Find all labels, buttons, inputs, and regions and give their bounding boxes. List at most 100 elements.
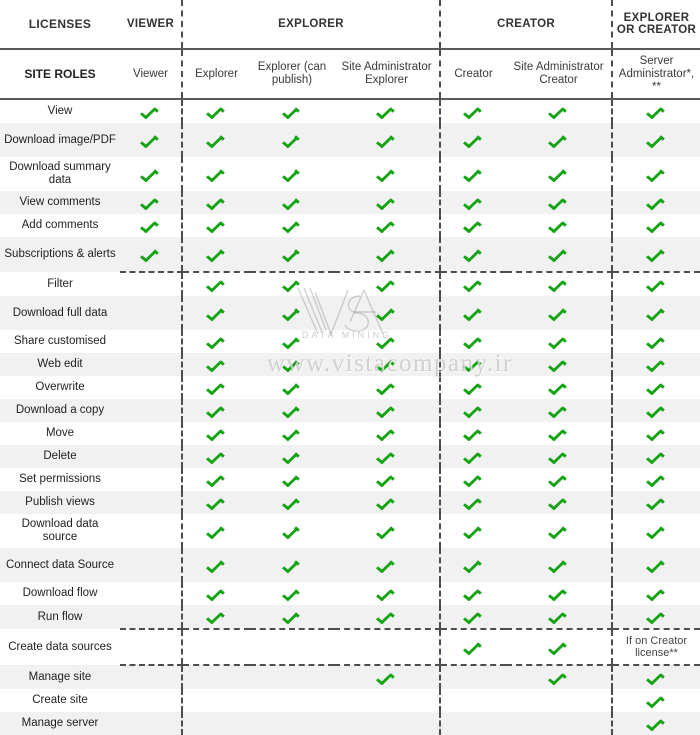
table-header: LICENSES VIEWER EXPLORER CREATOR EXPLORE… bbox=[0, 0, 700, 100]
row-label: Web edit bbox=[0, 353, 120, 376]
cell-check-site_admin_creator bbox=[506, 157, 612, 191]
license-group-creator: CREATOR bbox=[439, 0, 612, 49]
cell-check-site_admin_explorer bbox=[334, 214, 440, 237]
cell-empty-explorer_pub bbox=[250, 689, 334, 712]
check-icon bbox=[466, 495, 481, 509]
cell-check-site_admin_creator bbox=[506, 353, 612, 376]
check-icon bbox=[285, 558, 300, 572]
check-icon bbox=[649, 334, 664, 348]
cell-empty-viewer bbox=[120, 712, 182, 735]
cell-check-site_admin_creator bbox=[506, 123, 612, 157]
cell-empty-explorer bbox=[181, 629, 250, 666]
cell-check-site_admin_explorer bbox=[334, 330, 440, 353]
check-icon bbox=[649, 167, 664, 181]
cell-check-explorer_pub bbox=[250, 376, 334, 399]
check-icon bbox=[379, 426, 394, 440]
cell-check-site_admin_creator bbox=[506, 665, 612, 689]
check-icon bbox=[466, 609, 481, 623]
license-group-explorer: EXPLORER bbox=[181, 0, 440, 49]
check-icon bbox=[466, 640, 481, 654]
cell-check-creator bbox=[439, 582, 506, 605]
check-icon bbox=[209, 586, 224, 600]
column-header-site-administrator-creator: Site Administrator Creator bbox=[506, 48, 612, 100]
table-body: View Download image/PDF Download summary d… bbox=[0, 99, 700, 735]
check-icon bbox=[379, 495, 394, 509]
check-icon bbox=[466, 524, 481, 538]
table-row: Download data source bbox=[0, 514, 700, 548]
cell-check-explorer bbox=[181, 123, 250, 157]
cell-check-server_admin bbox=[611, 330, 700, 353]
check-icon bbox=[379, 449, 394, 463]
cell-check-explorer_pub bbox=[250, 582, 334, 605]
check-icon bbox=[209, 167, 224, 181]
table-row: Download full data bbox=[0, 296, 700, 330]
check-icon bbox=[209, 357, 224, 371]
cell-check-creator bbox=[439, 237, 506, 273]
table-row: Download image/PDF bbox=[0, 123, 700, 157]
check-icon bbox=[379, 277, 394, 291]
check-icon bbox=[379, 167, 394, 181]
check-icon bbox=[143, 104, 158, 118]
table-row: Download a copy bbox=[0, 399, 700, 422]
row-label: Manage site bbox=[0, 665, 120, 689]
cell-check-explorer_pub bbox=[250, 330, 334, 353]
table-row: Manage site bbox=[0, 665, 700, 689]
check-icon bbox=[551, 426, 566, 440]
table-row: View comments bbox=[0, 191, 700, 214]
cell-check-explorer_pub bbox=[250, 468, 334, 491]
cell-empty-viewer bbox=[120, 491, 182, 514]
cell-empty-explorer_pub bbox=[250, 629, 334, 666]
cell-check-server_admin bbox=[611, 296, 700, 330]
cell-check-site_admin_creator bbox=[506, 514, 612, 548]
cell-check-explorer_pub bbox=[250, 422, 334, 445]
check-icon bbox=[285, 380, 300, 394]
cell-check-site_admin_explorer bbox=[334, 548, 440, 582]
cell-empty-creator bbox=[439, 712, 506, 735]
check-icon bbox=[209, 472, 224, 486]
row-label: Share customised bbox=[0, 330, 120, 353]
check-icon bbox=[551, 495, 566, 509]
cell-note-server_admin: If on Creator license** bbox=[611, 629, 700, 666]
cell-check-server_admin bbox=[611, 445, 700, 468]
cell-check-explorer bbox=[181, 330, 250, 353]
license-group-explorer-or-creator: EXPLORER OR CREATOR bbox=[611, 0, 700, 49]
cell-check-creator bbox=[439, 296, 506, 330]
check-icon bbox=[649, 306, 664, 320]
check-icon bbox=[649, 449, 664, 463]
table-row: Publish views bbox=[0, 491, 700, 514]
cell-check-viewer bbox=[120, 237, 182, 273]
check-icon bbox=[466, 380, 481, 394]
check-icon bbox=[466, 403, 481, 417]
cell-check-creator bbox=[439, 272, 506, 296]
check-icon bbox=[209, 334, 224, 348]
check-icon bbox=[551, 558, 566, 572]
check-icon bbox=[551, 247, 566, 261]
check-icon bbox=[379, 472, 394, 486]
cell-empty-viewer bbox=[120, 445, 182, 468]
check-icon bbox=[209, 609, 224, 623]
cell-check-explorer bbox=[181, 582, 250, 605]
column-header-server-administrator: Server Administrator*, ** bbox=[611, 48, 700, 100]
cell-empty-explorer_pub bbox=[250, 712, 334, 735]
cell-check-creator bbox=[439, 399, 506, 422]
row-label: Subscriptions & alerts bbox=[0, 237, 120, 272]
cell-check-viewer bbox=[120, 99, 182, 123]
table-row: Filter bbox=[0, 272, 700, 296]
cell-empty-site_admin_explorer bbox=[334, 629, 440, 666]
check-icon bbox=[466, 218, 481, 232]
cell-check-creator bbox=[439, 330, 506, 353]
cell-check-explorer bbox=[181, 99, 250, 123]
check-icon bbox=[551, 586, 566, 600]
row-label: Filter bbox=[0, 272, 120, 296]
cell-check-site_admin_creator bbox=[506, 272, 612, 296]
cell-check-explorer bbox=[181, 157, 250, 191]
check-icon bbox=[209, 133, 224, 147]
check-icon bbox=[209, 247, 224, 261]
column-header-site-administrator-explorer: Site Administrator Explorer bbox=[334, 48, 440, 100]
check-icon bbox=[551, 167, 566, 181]
cell-check-explorer_pub bbox=[250, 491, 334, 514]
check-icon bbox=[285, 195, 300, 209]
column-header-viewer: Viewer bbox=[120, 48, 182, 100]
cell-check-server_admin bbox=[611, 712, 700, 735]
row-label: Download data source bbox=[0, 514, 120, 548]
